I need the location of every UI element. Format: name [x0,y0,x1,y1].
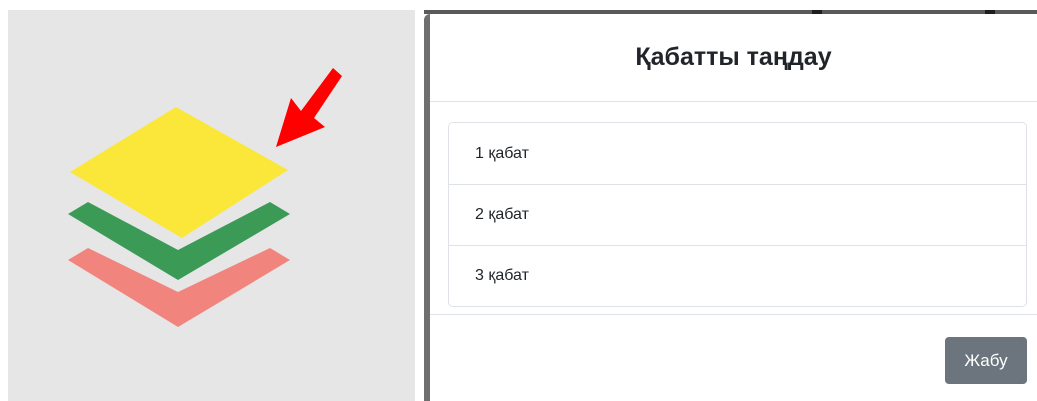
modal-body: 1 қабат 2 қабат 3 қабат [430,102,1037,307]
layer-list: 1 қабат 2 қабат 3 қабат [448,122,1027,307]
modal-header: Қабатты таңдау [430,14,1037,102]
layer-option-1[interactable]: 1 қабат [449,123,1026,184]
layers-icon [68,68,342,327]
pointer-arrow-icon [276,68,342,147]
close-button[interactable]: Жабу [945,337,1027,384]
separator [415,0,424,401]
layer-option-3[interactable]: 3 қабат [449,245,1026,306]
layer-select-modal: Қабатты таңдау 1 қабат 2 қабат 3 қабат Ж… [424,14,1037,401]
modal-footer: Жабу [430,314,1037,401]
modal-title: Қабатты таңдау [635,43,832,71]
layers-icon-panel [8,10,415,401]
layer-option-2[interactable]: 2 қабат [449,184,1026,245]
